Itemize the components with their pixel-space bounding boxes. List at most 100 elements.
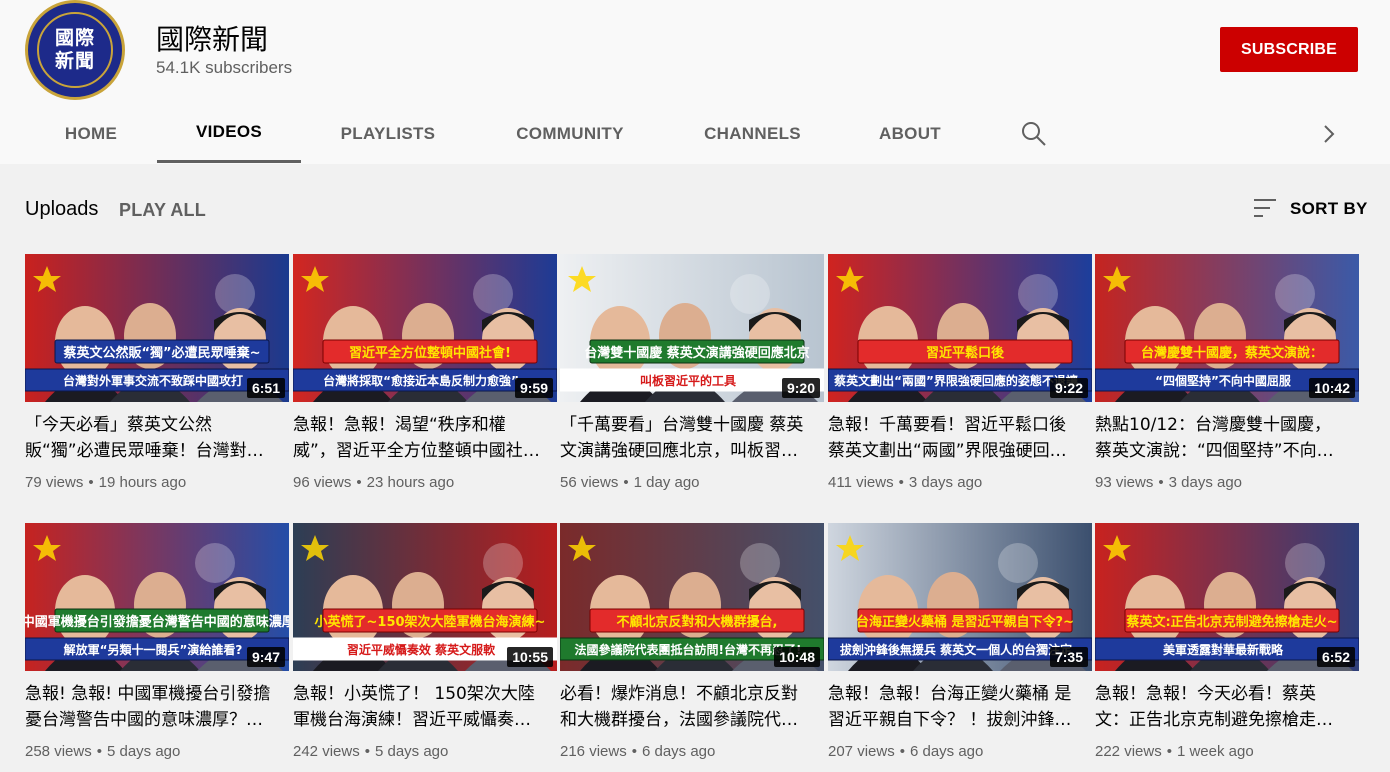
video-duration: 6:52 [1316, 647, 1355, 667]
video-card[interactable]: 台灣雙十國慶 蔡英文演講強硬回應北京 叫板習近平的工具 9:20 「千萬要看」台… [560, 254, 824, 504]
video-meta: 56 views • 1 day ago [560, 474, 700, 491]
video-title[interactable]: 熱點10/12：台灣慶雙十國慶，蔡英文演說：“四個堅持”不向中國屈服 [1095, 412, 1345, 464]
thumbnail-caption-top: 不顧北京反對和大機群擾台, [617, 614, 778, 630]
view-count: 222 views [1095, 743, 1162, 760]
upload-age: 19 hours ago [98, 474, 187, 491]
video-duration: 7:35 [1049, 647, 1088, 667]
thumbnail-caption-top: 習近平全方位整頓中國社會! [349, 345, 511, 361]
video-duration: 6:51 [246, 378, 285, 398]
video-thumbnail[interactable]: 習近平鬆口後 蔡英文劃出“兩國”界限強硬回應的姿態不退讓 9:22 [828, 254, 1092, 402]
video-card[interactable]: 蔡英文:正告北京克制避免擦槍走火~ 美軍透露對華最新戰略 6:52 急報！急報！… [1095, 523, 1359, 772]
video-card[interactable]: 習近平全方位整頓中國社會! 台灣將採取“愈接近本島反制力愈強” 9:59 急報！… [293, 254, 557, 504]
video-thumbnail[interactable]: 台灣慶雙十國慶，蔡英文演說： “四個堅持”不向中國屈服 10:42 [1095, 254, 1359, 402]
upload-age: 1 week ago [1176, 743, 1254, 760]
video-meta: 258 views • 5 days ago [25, 743, 180, 760]
section-title: Uploads [25, 198, 99, 220]
video-title[interactable]: 「今天必看」蔡英文公然販“獨”必遭民眾唾棄！台灣對外軍事交流不致踩中國攻打 [25, 412, 275, 464]
channel-header: 國際 新聞 國際新聞 54.1K subscribers SUBSCRIBE H… [0, 0, 1390, 164]
tab-playlists[interactable]: PLAYLISTS [301, 104, 475, 163]
video-title[interactable]: 必看！爆炸消息！不顧北京反對和大機群擾台，法國參議院代表團抵台訪問！台灣不再忍了 [560, 681, 810, 733]
video-card[interactable]: 台灣慶雙十國慶，蔡英文演說： “四個堅持”不向中國屈服 10:42 熱點10/1… [1095, 254, 1359, 504]
separator-dot: • [898, 474, 904, 491]
channel-tabs: HOME VIDEOS PLAYLISTS COMMUNITY CHANNELS… [0, 104, 1390, 164]
video-title[interactable]: 急報！小英慌了！ 150架次大陸軍機台海演練！習近平威懾奏效 蔡英文服軟 [293, 681, 543, 733]
video-thumbnail[interactable]: 台海正變火藥桶 是習近平親自下令?~ 拔劍沖鋒後無援兵 蔡英文一個人的台獨注定 … [828, 523, 1092, 671]
sort-icon[interactable] [1252, 197, 1278, 219]
separator-dot: • [356, 474, 362, 491]
video-card[interactable]: 中國軍機擾台引發擔憂台灣警告中國的意味濃厚? 解放軍“另類十一閱兵”演給誰看? … [25, 523, 289, 772]
thumbnail-caption-top: 中國軍機擾台引發擔憂台灣警告中國的意味濃厚? [25, 614, 289, 630]
channel-name: 國際新聞 [156, 23, 269, 56]
play-all-button[interactable]: PLAY ALL [119, 200, 206, 221]
video-duration: 9:59 [514, 378, 553, 398]
video-meta: 242 views • 5 days ago [293, 743, 448, 760]
sort-by-button[interactable]: SORT BY [1290, 199, 1368, 219]
view-count: 216 views [560, 743, 627, 760]
tab-community[interactable]: COMMUNITY [475, 104, 665, 163]
subscribe-button[interactable]: SUBSCRIBE [1220, 27, 1358, 72]
view-count: 242 views [293, 743, 360, 760]
view-count: 207 views [828, 743, 895, 760]
tab-videos[interactable]: VIDEOS [157, 104, 301, 163]
thumbnail-caption-bottom: 蔡英文劃出“兩國”界限強硬回應的姿態不退讓 [833, 373, 1079, 388]
video-meta: 207 views • 6 days ago [828, 743, 983, 760]
separator-dot: • [899, 743, 905, 760]
video-title[interactable]: 急報！急報！台海正變火藥桶 是習近平親自下令？ ！拔劍沖鋒後無援兵 [828, 681, 1078, 733]
upload-age: 5 days ago [106, 743, 181, 760]
upload-age: 1 day ago [633, 474, 700, 491]
video-card[interactable]: 台海正變火藥桶 是習近平親自下令?~ 拔劍沖鋒後無援兵 蔡英文一個人的台獨注定 … [828, 523, 1092, 772]
thumbnail-caption-bottom: 台灣將採取“愈接近本島反制力愈強” [323, 373, 519, 388]
upload-age: 5 days ago [374, 743, 449, 760]
video-thumbnail[interactable]: 台灣雙十國慶 蔡英文演講強硬回應北京 叫板習近平的工具 9:20 [560, 254, 824, 402]
separator-dot: • [631, 743, 637, 760]
video-thumbnail[interactable]: 習近平全方位整頓中國社會! 台灣將採取“愈接近本島反制力愈強” 9:59 [293, 254, 557, 402]
video-thumbnail[interactable]: 蔡英文公然販“獨”必遭民眾唾棄~ 台灣對外軍事交流不致踩中國攻打 6:51 [25, 254, 289, 402]
video-thumbnail[interactable]: 中國軍機擾台引發擔憂台灣警告中國的意味濃厚? 解放軍“另類十一閱兵”演給誰看? … [25, 523, 289, 671]
video-card[interactable]: 習近平鬆口後 蔡英文劃出“兩國”界限強硬回應的姿態不退讓 9:22 急報！千萬要… [828, 254, 1092, 504]
thumbnail-caption-bottom: 解放軍“另類十一閱兵”演給誰看? [64, 642, 243, 657]
video-meta: 79 views • 19 hours ago [25, 474, 186, 491]
view-count: 93 views [1095, 474, 1154, 491]
channel-avatar[interactable]: 國際 新聞 [25, 0, 125, 100]
search-icon[interactable] [1020, 120, 1048, 148]
view-count: 258 views [25, 743, 92, 760]
video-title[interactable]: 急報! 急報! 中國軍機擾台引發擔憂台灣警告中國的意味濃厚？解放軍“另類十一閱兵… [25, 681, 275, 733]
avatar-logo: 國際 新聞 [37, 12, 113, 88]
thumbnail-caption-bottom: 習近平威懾奏效 蔡英文服軟 [347, 642, 496, 657]
video-duration: 9:20 [781, 378, 820, 398]
video-duration: 9:22 [1049, 378, 1088, 398]
thumbnail-caption-top: 蔡英文:正告北京克制避免擦槍走火~ [1125, 614, 1337, 630]
video-title[interactable]: 急報！千萬要看！習近平鬆口後 蔡英文劃出“兩國”界限強硬回應的姿態不退讓 [828, 412, 1078, 464]
tab-about[interactable]: ABOUT [840, 104, 980, 163]
thumbnail-caption-top: 習近平鬆口後 [926, 345, 1005, 361]
tab-channels[interactable]: CHANNELS [665, 104, 840, 163]
view-count: 411 views [828, 474, 894, 491]
video-thumbnail[interactable]: 不顧北京反對和大機群擾台, 法國參議院代表團抵台訪問!台灣不再忍了! 10:48 [560, 523, 824, 671]
thumbnail-caption-top: 台灣雙十國慶 蔡英文演講強硬回應北京 [584, 345, 810, 361]
video-title[interactable]: 急報！急報！渴望“秩序和權威”，習近平全方位整頓中國社會！ [293, 412, 543, 464]
subscriber-count: 54.1K subscribers [156, 58, 293, 77]
video-card[interactable]: 不顧北京反對和大機群擾台, 法國參議院代表團抵台訪問!台灣不再忍了! 10:48… [560, 523, 824, 772]
video-meta: 411 views • 3 days ago [828, 474, 982, 491]
video-card[interactable]: 蔡英文公然販“獨”必遭民眾唾棄~ 台灣對外軍事交流不致踩中國攻打 6:51 「今… [25, 254, 289, 504]
thumbnail-caption-bottom: 拔劍沖鋒後無援兵 蔡英文一個人的台獨注定 [840, 642, 1072, 657]
video-title[interactable]: 「千萬要看」台灣雙十國慶 蔡英文演講強硬回應北京，叫板習近平的工具 [560, 412, 810, 464]
thumbnail-caption-top: 蔡英文公然販“獨”必遭民眾唾棄~ [63, 345, 261, 361]
thumbnail-caption-top: 台灣慶雙十國慶，蔡英文演說： [1141, 345, 1323, 361]
video-thumbnail[interactable]: 蔡英文:正告北京克制避免擦槍走火~ 美軍透露對華最新戰略 6:52 [1095, 523, 1359, 671]
thumbnail-caption-bottom: 台灣對外軍事交流不致踩中國攻打 [63, 373, 243, 388]
separator-dot: • [1158, 474, 1164, 491]
video-title[interactable]: 急報！急報！今天必看！蔡英文：正告北京克制避免擦槍走火～美軍透露對華最新戰略 [1095, 681, 1345, 733]
thumbnail-caption-top: 台海正變火藥桶 是習近平親自下令?~ [856, 614, 1074, 630]
upload-age: 6 days ago [909, 743, 984, 760]
thumbnail-caption-bottom: 叫板習近平的工具 [640, 373, 736, 388]
thumbnail-caption-bottom: 法國參議院代表團抵台訪問!台灣不再忍了! [575, 642, 802, 657]
video-card[interactable]: 小英慌了~150架次大陸軍機台海演練~ 習近平威懾奏效 蔡英文服軟 10:55 … [293, 523, 557, 772]
video-thumbnail[interactable]: 小英慌了~150架次大陸軍機台海演練~ 習近平威懾奏效 蔡英文服軟 10:55 [293, 523, 557, 671]
video-meta: 222 views • 1 week ago [1095, 743, 1254, 760]
video-meta: 216 views • 6 days ago [560, 743, 715, 760]
chevron-right-icon[interactable] [1318, 122, 1340, 146]
tab-home[interactable]: HOME [25, 104, 157, 163]
upload-age: 23 hours ago [366, 474, 455, 491]
video-meta: 96 views • 23 hours ago [293, 474, 454, 491]
